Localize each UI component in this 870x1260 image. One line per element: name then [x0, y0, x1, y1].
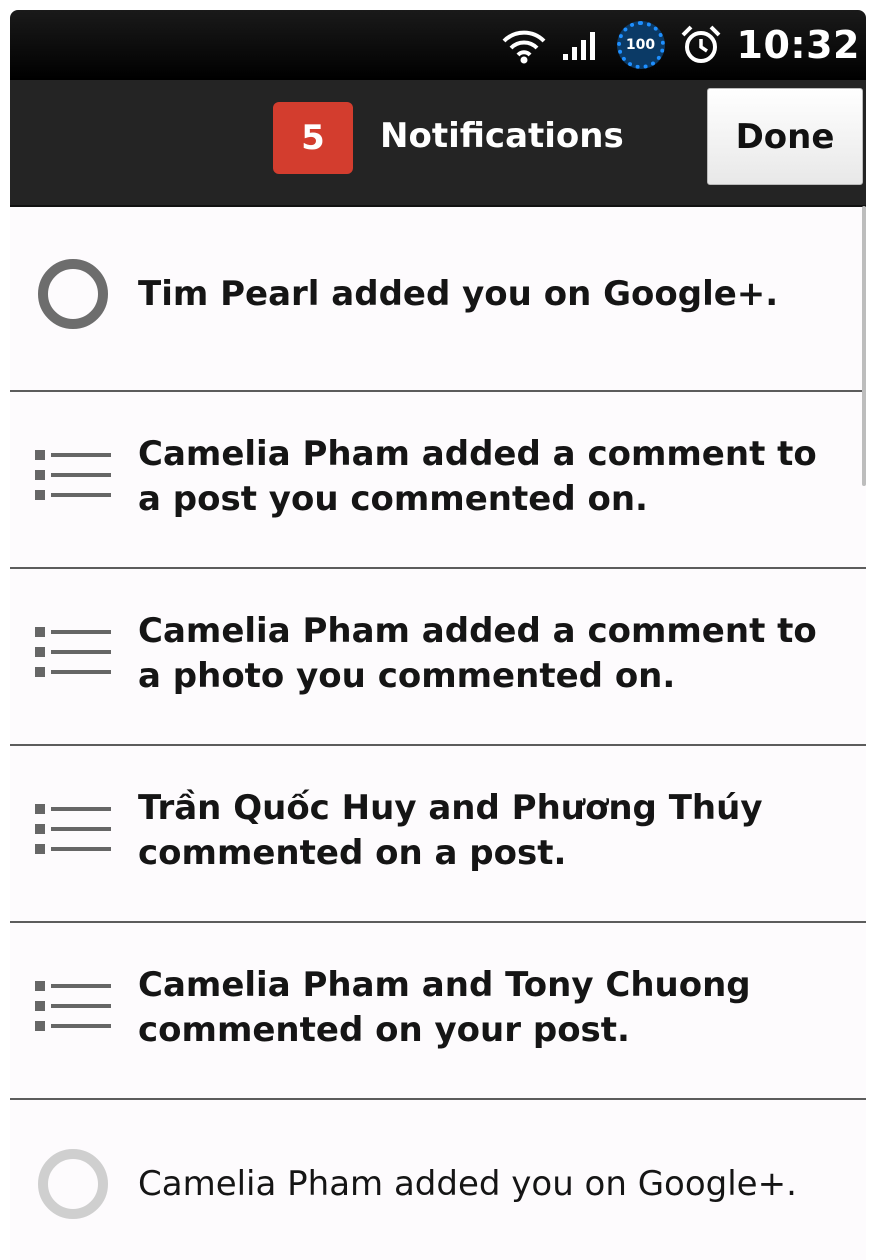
- list-icon: [35, 981, 111, 1031]
- circle-icon: [38, 1149, 108, 1219]
- notification-text: Camelia Pham added you on Google+.: [138, 1164, 797, 1204]
- list-item[interactable]: Camelia Pham added a comment to a post y…: [10, 392, 866, 569]
- wifi-icon: [502, 30, 545, 64]
- list-item[interactable]: Camelia Pham and Tony Chuong commented o…: [10, 923, 866, 1100]
- list-item[interactable]: Camelia Pham added you on Google+.: [10, 1100, 866, 1260]
- scrollbar-thumb[interactable]: [862, 206, 866, 486]
- battery-icon: 100: [616, 21, 665, 69]
- status-bar: 100 10:32: [10, 10, 866, 80]
- notification-count-badge: 5: [273, 102, 353, 174]
- clock: 10:32: [736, 23, 860, 67]
- notification-text: Trần Quốc Huy and Phương Thúy commented …: [138, 788, 763, 873]
- notification-text: Tim Pearl added you on Google+.: [138, 274, 779, 314]
- list-item[interactable]: Camelia Pham added a comment to a photo …: [10, 569, 866, 746]
- action-bar: 5 Notifications Done: [10, 80, 866, 207]
- circle-icon: [38, 259, 108, 329]
- list-icon: [35, 627, 111, 677]
- list-icon: [35, 804, 111, 854]
- status-icons: 100 10:32: [501, 10, 860, 80]
- notification-text: Camelia Pham added a comment to a post y…: [138, 434, 817, 519]
- battery-level: 100: [625, 37, 656, 53]
- alarm-icon: [681, 25, 720, 63]
- list-icon: [35, 450, 111, 500]
- list-item[interactable]: Tim Pearl added you on Google+.: [10, 206, 866, 392]
- notification-text: Camelia Pham and Tony Chuong commented o…: [138, 965, 751, 1050]
- notification-text: Camelia Pham added a comment to a photo …: [138, 611, 817, 696]
- done-button[interactable]: Done: [707, 88, 863, 185]
- phone-screen: 100 10:32 5 Notifications Done Tim Pearl…: [10, 10, 866, 1260]
- list-item[interactable]: Trần Quốc Huy and Phương Thúy commented …: [10, 746, 866, 923]
- page-title: Notifications: [380, 116, 624, 156]
- signal-icon: [562, 32, 595, 60]
